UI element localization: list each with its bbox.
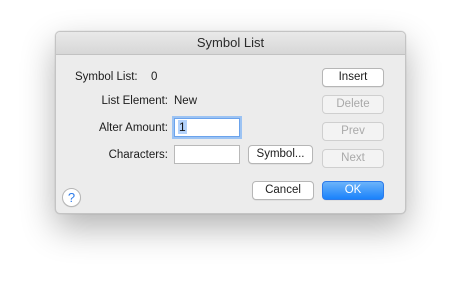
ok-button[interactable]: OK [322,181,384,200]
next-button[interactable]: Next [322,149,384,168]
symbol-list-label: Symbol List: [75,71,138,83]
insert-button[interactable]: Insert [322,68,384,87]
alter-amount-input[interactable]: 1 [174,118,240,137]
characters-label: Characters: [108,149,168,161]
symbol-list-dialog: Symbol List Symbol List: 0 List Element:… [55,31,406,214]
delete-button[interactable]: Delete [322,95,384,114]
alter-amount-label: Alter Amount: [98,122,168,134]
characters-input[interactable] [174,145,240,164]
help-icon[interactable]: ? [62,188,81,207]
symbol-list-value: 0 [151,71,158,83]
dialog-title: Symbol List [56,32,405,55]
list-element-label: List Element: [101,95,168,107]
prev-button[interactable]: Prev [322,122,384,141]
cancel-button[interactable]: Cancel [252,181,314,200]
symbol-button[interactable]: Symbol... [248,145,313,164]
alter-amount-value: 1 [178,120,187,134]
list-element-value: New [174,95,198,107]
